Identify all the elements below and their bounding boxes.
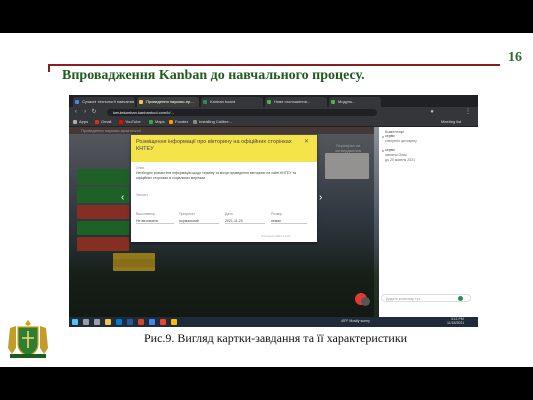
browser-screenshot: Сучасні технології навчання Проведення н… (69, 95, 478, 327)
task-view-icon[interactable] (94, 319, 100, 325)
send-comment-icon[interactable] (458, 296, 463, 301)
bookmark-gmail[interactable]: Gmail (95, 117, 111, 126)
weather-widget[interactable]: 45°F Mostly sunny (341, 319, 370, 324)
tab-label: Нове оголошення... (274, 99, 311, 104)
card-description[interactable]: Необхідно розмістити інформацію щодо тер… (136, 171, 306, 180)
page-icon (193, 119, 197, 124)
forward-icon[interactable]: › (82, 109, 88, 115)
comment-avatar-icon (382, 136, 384, 138)
browser-tab-3[interactable]: Kanban board (201, 97, 263, 107)
coat-of-arms-icon (8, 320, 48, 358)
tab-favicon-icon (331, 100, 335, 104)
bookmark-label: Gmail (101, 119, 112, 124)
tab-favicon-icon (139, 100, 143, 104)
top-black-bar (0, 0, 533, 33)
slide-title: Впровадження Kanban до навчального проце… (62, 68, 365, 83)
bookmark-calibre[interactable]: Installing Calibre... (193, 117, 232, 126)
description-label: Опис (136, 166, 145, 170)
app-icon[interactable] (171, 319, 177, 325)
more-fab-icon[interactable] (361, 297, 370, 306)
comment-text: створено цю картку (385, 139, 417, 143)
maps-icon (149, 119, 153, 124)
search-icon[interactable] (83, 319, 89, 325)
youtube-icon (119, 119, 123, 124)
tab-favicon-icon (267, 100, 271, 104)
card-modal: Розміщення інформації про вікторину на о… (131, 135, 317, 242)
title-rule (50, 64, 500, 66)
apps-icon (73, 119, 77, 124)
card-title[interactable]: Розміщення інформації про вікторину на о… (136, 139, 296, 153)
tab-label: Проведення науково-пр... (146, 99, 194, 104)
file-explorer-icon[interactable] (105, 319, 111, 325)
address-bar[interactable]: kmulekanban.kanbantool.com/b/... (107, 109, 377, 116)
gmail-icon (95, 119, 99, 124)
priority-select[interactable]: нормальний (179, 219, 219, 224)
figure-caption: Рис.9. Вигляд картки-завдання та її хара… (144, 331, 408, 345)
comment-author: сервіс (385, 134, 396, 138)
start-icon[interactable] (72, 319, 78, 325)
browser-tab-2[interactable]: Проведення науково-пр... (137, 97, 199, 107)
comment-text: до 20 жовтня 2021 (385, 158, 416, 162)
checklist-label[interactable]: Чекліст (136, 193, 148, 197)
bookmark-label: Maps (155, 119, 165, 124)
foodex-icon (169, 119, 173, 124)
browser-tab-5[interactable]: Модуль... (329, 97, 381, 107)
date-field[interactable]: 2021-11-20 (225, 219, 265, 224)
field-label-priority: Пріоритет (179, 212, 196, 216)
comment-author: сервіс (385, 148, 396, 152)
browser-tab-4[interactable]: Нове оголошення... (265, 97, 327, 107)
bottom-black-bar (0, 367, 533, 400)
bookmark-label: Apps (79, 119, 89, 124)
tab-label: Модуль... (338, 99, 356, 104)
menu-icon[interactable]: ⋮ (465, 109, 471, 115)
comment-item: до 20 жовтня 2021 (385, 158, 415, 163)
powerpoint-icon[interactable] (138, 319, 144, 325)
field-label-size: Розмір (271, 212, 282, 216)
card-created-info: Створено 2021-11-01 (261, 234, 291, 238)
prev-card-icon[interactable]: ‹ (121, 192, 124, 203)
bookmark-youtube[interactable]: YouTube (119, 117, 141, 126)
bookmark-foodex[interactable]: Foodex (169, 117, 188, 126)
close-icon[interactable]: ✕ (304, 138, 309, 145)
field-label-assignee: Виконавець (136, 212, 156, 216)
chrome-icon[interactable] (149, 319, 155, 325)
tab-label: Kanban board (210, 99, 236, 104)
comment-avatar-icon (382, 150, 384, 152)
page-number: 16 (508, 50, 522, 65)
comment-item: сервіс створено цю картку (385, 134, 417, 144)
user-menu[interactable]: Meeting list (441, 117, 461, 126)
back-icon[interactable]: ‹ (73, 109, 79, 115)
extensions-icon[interactable]: ● (429, 109, 435, 115)
tab-favicon-icon (75, 100, 79, 104)
assignee-select[interactable]: Не визначено (136, 219, 174, 224)
bookmark-maps[interactable]: Maps (149, 117, 165, 126)
bookmark-label: Installing Calibre... (199, 119, 232, 124)
bookmark-label: YouTube (125, 119, 141, 124)
reload-icon[interactable]: ↻ (91, 109, 97, 115)
field-label-date: Дата (225, 212, 233, 216)
bookmark-label: Foodex (175, 119, 189, 124)
comment-item: сервіс змінено Опис (385, 148, 407, 158)
edge-icon[interactable] (116, 319, 122, 325)
size-select[interactable]: немає (271, 219, 307, 224)
tab-label: Сучасні технології навчання (82, 99, 135, 104)
comments-panel: Коментарі сервіс створено цю картку серві… (379, 127, 478, 317)
card-modal-header: Розміщення інформації про вікторину на о… (131, 135, 317, 162)
next-card-icon[interactable]: › (319, 192, 322, 203)
app-icon[interactable] (160, 319, 166, 325)
tab-favicon-icon (203, 100, 207, 104)
comment-text: змінено Опис (385, 153, 407, 157)
bookmark-apps[interactable]: Apps (73, 117, 88, 126)
word-icon[interactable] (127, 319, 133, 325)
browser-tab-1[interactable]: Сучасні технології навчання (73, 97, 135, 107)
clock-date[interactable]: 11/18/2021 (447, 321, 464, 326)
